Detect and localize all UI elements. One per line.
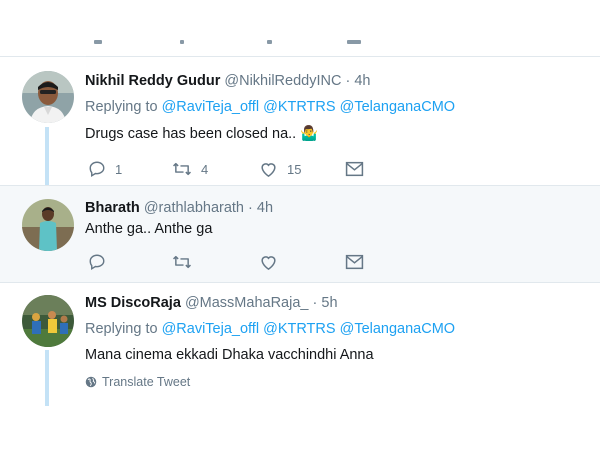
reply-button[interactable]: 1: [88, 158, 122, 180]
reply-count: 1: [115, 161, 123, 177]
envelope-icon[interactable]: [347, 40, 361, 44]
retweet-icon: [173, 255, 191, 269]
tweet-text-body: Drugs case has been closed na..: [85, 126, 297, 142]
replying-to: Replying to @RaviTeja_offl @KTRTRS @Tela…: [85, 99, 455, 115]
avatar[interactable]: [22, 295, 74, 347]
retweet-button[interactable]: 4: [172, 158, 208, 180]
dm-button[interactable]: [345, 158, 364, 180]
tweet-text: Anthe ga.. Anthe ga: [85, 221, 212, 237]
timestamp[interactable]: 4h: [257, 200, 273, 216]
translate-tweet-label: Translate Tweet: [102, 375, 191, 389]
user-handle[interactable]: @MassMahaRaja_: [185, 295, 309, 311]
separator-dot: ·: [312, 295, 318, 311]
display-name[interactable]: Bharath: [85, 200, 140, 216]
tweet-text: Drugs case has been closed na.. 🤷‍♂️: [85, 125, 318, 142]
retweet-icon[interactable]: [180, 40, 184, 44]
like-count: 15: [287, 161, 302, 177]
tweet-header: Bharath @rathlabharath · 4h: [85, 200, 273, 216]
retweet-icon: [173, 162, 191, 176]
display-name[interactable]: MS DiscoRaja: [85, 295, 181, 311]
replying-to: Replying to @RaviTeja_offl @KTRTRS @Tela…: [85, 321, 455, 337]
thread-line: [45, 350, 49, 406]
retweet-button[interactable]: [172, 251, 192, 273]
translate-tweet-link[interactable]: Translate Tweet: [85, 375, 190, 389]
reply-icon: [89, 161, 105, 178]
heart-icon: [261, 256, 276, 271]
separator-dot: ·: [345, 73, 351, 89]
separator-dot: ·: [248, 200, 253, 216]
timestamp[interactable]: 5h: [321, 295, 337, 311]
mention-link[interactable]: @RaviTeja_offl: [162, 99, 259, 115]
tweet-text-body: Anthe ga.. Anthe ga: [85, 221, 213, 237]
envelope-icon: [345, 161, 364, 177]
tweet-text-body: Mana cinema ekkadi Dhaka vacchindhi Anna: [85, 347, 374, 363]
globe-icon: [85, 376, 97, 388]
user-handle[interactable]: @NikhilReddyINC: [224, 73, 341, 89]
like-button[interactable]: [259, 251, 278, 273]
mention-link[interactable]: @RaviTeja_offl: [162, 321, 259, 337]
replying-to-label: Replying to: [85, 321, 158, 337]
avatar[interactable]: [22, 71, 74, 123]
replying-to-label: Replying to: [85, 99, 158, 115]
display-name[interactable]: Nikhil Reddy Gudur: [85, 73, 220, 89]
mention-link[interactable]: @TelanganaCMO: [340, 321, 455, 337]
shrug-emoji: 🤷‍♂️: [300, 126, 319, 142]
tweet-header: Nikhil Reddy Gudur @NikhilReddyINC · 4h: [85, 73, 370, 89]
heart-icon[interactable]: [267, 40, 272, 44]
timestamp[interactable]: 4h: [354, 73, 370, 89]
thread-line: [45, 127, 49, 185]
tweet-header: MS DiscoRaja @MassMahaRaja_ · 5h: [85, 295, 338, 311]
like-button[interactable]: 15: [259, 158, 301, 180]
mention-link[interactable]: @TelanganaCMO: [340, 99, 455, 115]
envelope-icon: [345, 254, 364, 270]
tweet-thread: Nikhil Reddy Gudur @NikhilReddyINC · 4h …: [0, 0, 600, 450]
tweet[interactable]: MS DiscoRaja @MassMahaRaja_ · 5h Replyin…: [0, 283, 600, 408]
mention-link[interactable]: @KTRTRS: [263, 321, 335, 337]
tweet[interactable]: Bharath @rathlabharath · 4h Anthe ga.. A…: [0, 186, 600, 282]
dm-button[interactable]: [345, 251, 364, 273]
reply-icon[interactable]: [94, 40, 102, 44]
reply-icon: [89, 254, 105, 271]
retweet-count: 4: [201, 161, 209, 177]
heart-icon: [261, 163, 276, 178]
avatar[interactable]: [22, 199, 74, 251]
user-handle[interactable]: @rathlabharath: [144, 200, 244, 216]
tweet[interactable]: Nikhil Reddy Gudur @NikhilReddyINC · 4h …: [0, 57, 600, 185]
reply-button[interactable]: [88, 251, 106, 273]
tweet-text: Mana cinema ekkadi Dhaka vacchindhi Anna: [85, 347, 374, 363]
mention-link[interactable]: @KTRTRS: [263, 99, 335, 115]
previous-tweet-actions: [0, 0, 600, 57]
